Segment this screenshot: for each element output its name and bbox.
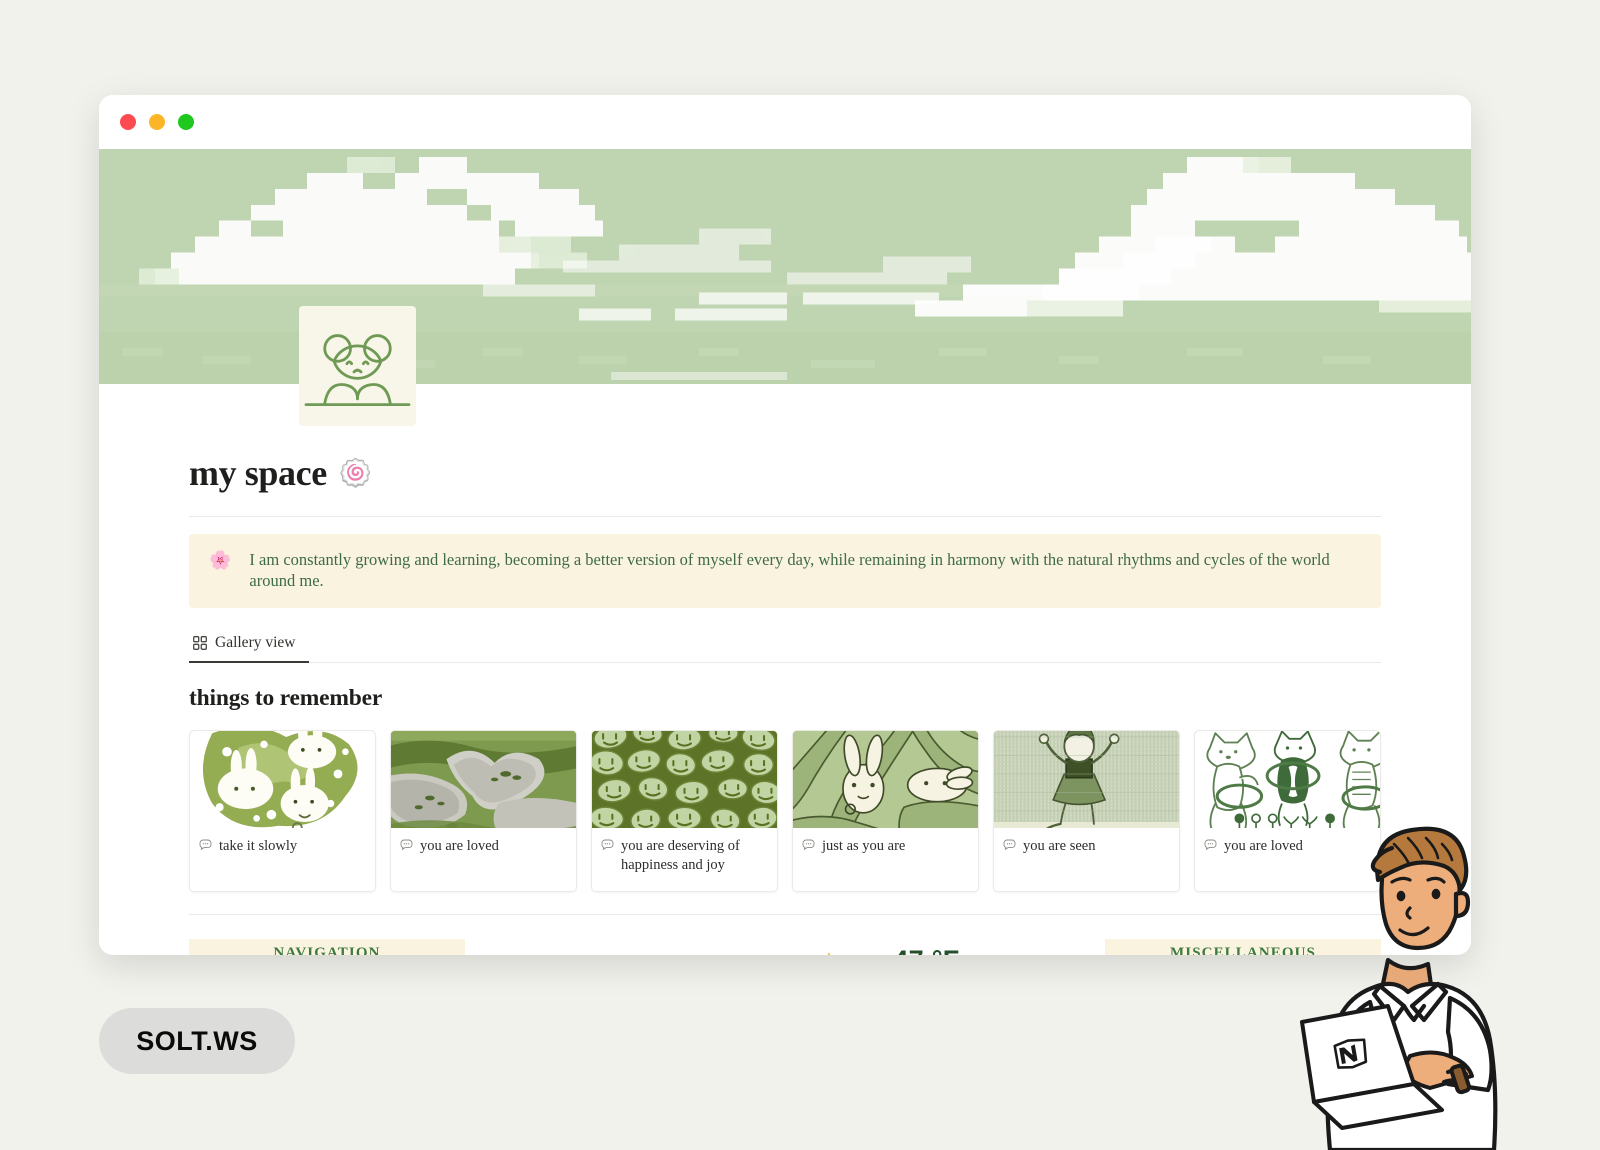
miscellaneous-column: MISCELLANEOUS 📰 daily logs (journal) 💚 g… <box>1105 938 1381 955</box>
card-image-bunnies-pond <box>190 730 375 828</box>
bunnies-grass-art <box>793 730 978 828</box>
speech-bubble-icon <box>802 839 815 850</box>
gallery-card[interactable]: you are loved <box>390 729 577 892</box>
card-label-row: you are deserving of happiness and joy <box>592 828 777 876</box>
affirmation-text: I am constantly growing and learning, be… <box>249 550 1330 591</box>
speech-bubble-icon <box>199 839 212 850</box>
bottom-divider <box>189 913 1381 915</box>
solt-ws-badge[interactable]: SOLT.WS <box>99 1008 295 1074</box>
sketch-girl-art <box>994 730 1179 828</box>
bear-illustration <box>299 307 416 425</box>
card-image-heart-ponds <box>391 730 576 828</box>
card-label: you are loved <box>420 837 499 854</box>
blossom-icon: 🌸 <box>209 550 232 570</box>
card-image-sketch-girl <box>994 730 1179 828</box>
sun-behind-cloud-icon <box>827 952 830 955</box>
affirmation-callout: 🌸 I am constantly growing and learning, … <box>189 534 1381 608</box>
gallery-card[interactable]: take it slowly <box>189 729 376 892</box>
browser-window: my space 🍥 🌸 I am constantly growing and… <box>99 95 1471 955</box>
speech-bubble-icon <box>601 839 614 850</box>
melty-smileys-art <box>592 730 777 828</box>
gallery-grid-icon <box>193 635 207 650</box>
section-heading: things to remember <box>189 684 383 711</box>
miscellaneous-header: MISCELLANEOUS <box>1105 938 1381 955</box>
weather-widget[interactable]: SAN FRANCISCO WEATHER <box>605 945 965 955</box>
narutomaki-icon: 🍥 <box>338 457 373 488</box>
close-window-button[interactable] <box>120 114 136 130</box>
navigation-header: NAVIGATION <box>189 938 465 955</box>
gallery-card[interactable]: you are loved <box>1194 729 1381 892</box>
minimize-window-button[interactable] <box>149 114 165 130</box>
bunnies-pond-art <box>190 730 375 828</box>
card-label-row: you are loved <box>391 828 576 857</box>
weather-location: SAN FRANCISCO WEATHER <box>605 952 752 955</box>
speech-bubble-icon <box>1003 839 1016 850</box>
weather-temperature: 47 °F <box>888 945 966 955</box>
window-titlebar <box>99 95 1471 149</box>
maximize-window-button[interactable] <box>178 114 194 130</box>
tab-gallery-view-label: Gallery view <box>215 633 296 651</box>
gallery-card[interactable]: you are deserving of happiness and joy <box>591 729 778 892</box>
bottom-columns: NAVIGATION 🗒️ study room 🌞 mental health… <box>189 938 1381 955</box>
card-label-row: take it slowly <box>190 828 375 857</box>
hula-cats-art <box>1195 730 1380 828</box>
heart-ponds-art <box>391 730 576 828</box>
weather-city: SAN FRANCISCO <box>605 952 752 955</box>
card-label: you are seen <box>1023 837 1096 854</box>
card-label-row: just as you are <box>793 828 978 857</box>
card-image-hula-cats <box>1195 730 1380 828</box>
weather-readout: 47 °F few clouds <box>888 945 966 955</box>
card-image-bunnies-grass <box>793 730 978 828</box>
database-tabs: Gallery view <box>189 630 1381 663</box>
tab-gallery-view[interactable]: Gallery view <box>189 630 310 663</box>
card-image-melty-smileys <box>592 730 777 828</box>
card-label: you are loved <box>1224 837 1303 854</box>
weather-column: SAN FRANCISCO WEATHER <box>465 939 1105 955</box>
speech-bubble-icon <box>1204 839 1217 850</box>
card-label-row: you are seen <box>994 828 1179 857</box>
gallery-grid: take it slowly you are loved you are des… <box>189 729 1381 892</box>
card-label: just as you are <box>822 837 906 854</box>
navigation-column: NAVIGATION 🗒️ study room 🌞 mental health <box>189 938 465 955</box>
bear-icon[interactable] <box>299 306 416 426</box>
card-label: take it slowly <box>219 837 298 854</box>
page-title: my space <box>189 453 327 493</box>
speech-bubble-icon <box>400 839 413 850</box>
page-content: my space 🍥 🌸 I am constantly growing and… <box>99 306 1471 955</box>
card-label-row: you are loved <box>1195 828 1380 857</box>
gallery-card[interactable]: just as you are <box>792 729 979 892</box>
card-label: you are deserving of happiness and joy <box>621 837 740 874</box>
title-divider <box>189 516 1381 517</box>
gallery-card[interactable]: you are seen <box>993 729 1180 892</box>
